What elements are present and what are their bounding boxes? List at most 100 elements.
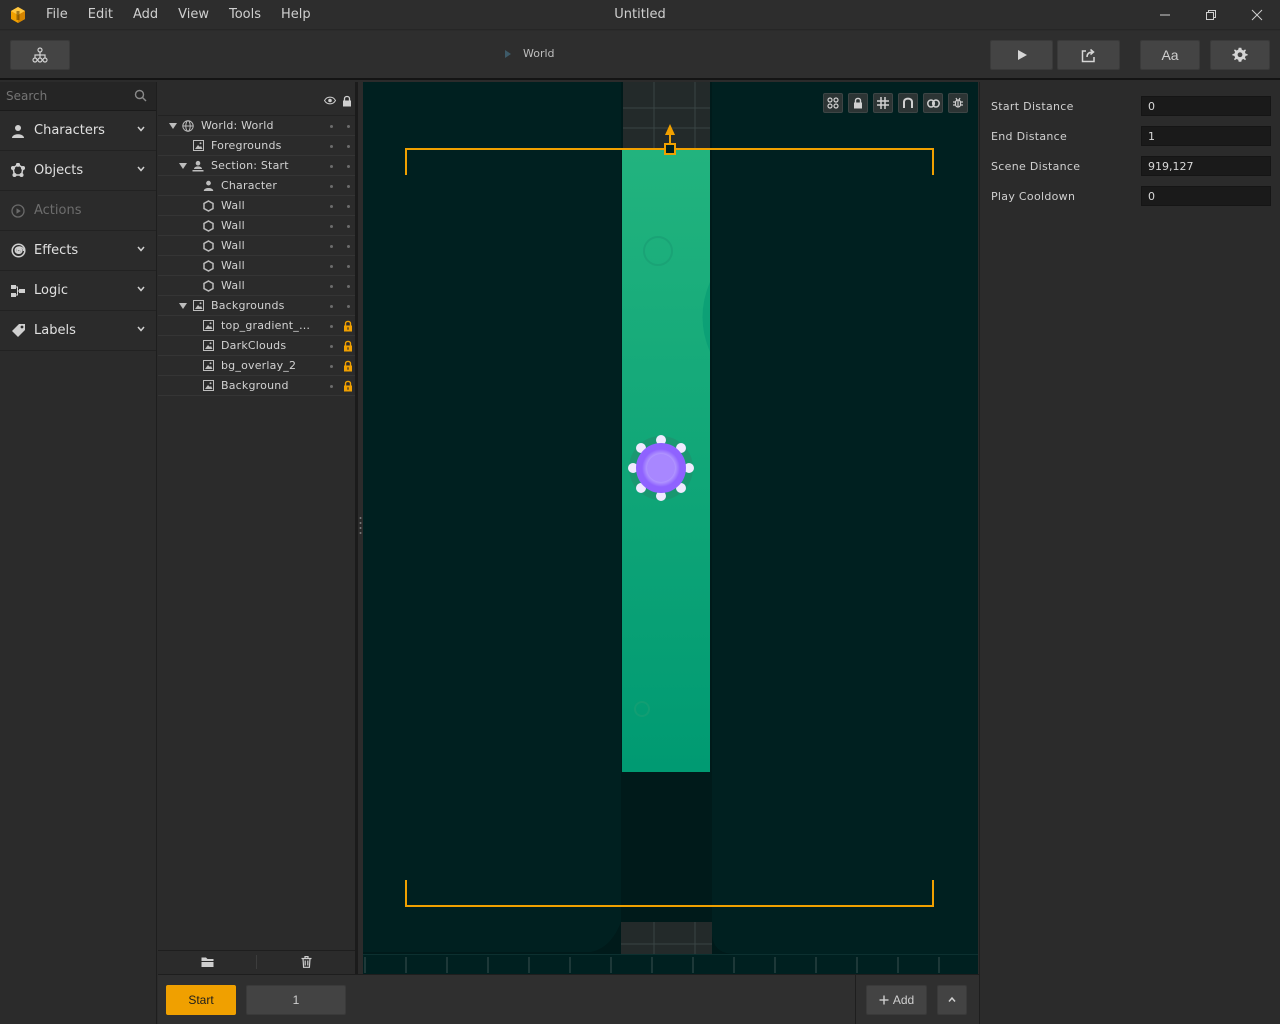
menu-add[interactable]: Add xyxy=(123,0,168,30)
menu-help[interactable]: Help xyxy=(271,0,321,30)
visibility-dot[interactable] xyxy=(330,205,333,208)
close-button[interactable] xyxy=(1234,0,1280,30)
left-wall-area xyxy=(363,82,621,952)
visibility-dot[interactable] xyxy=(330,145,333,148)
visibility-dot[interactable] xyxy=(330,345,333,348)
visibility-dot[interactable] xyxy=(330,245,333,248)
share-button[interactable] xyxy=(1057,40,1120,70)
lock-dot[interactable] xyxy=(347,185,350,188)
lock-dot[interactable] xyxy=(347,225,350,228)
hierarchy-icon xyxy=(32,47,48,63)
lock-dot[interactable] xyxy=(347,145,350,148)
grid-column-bottom xyxy=(621,922,712,954)
lock-icon[interactable] xyxy=(343,320,353,332)
settings-button[interactable] xyxy=(1210,40,1270,70)
tree-row-backgrounds[interactable]: Backgrounds xyxy=(158,296,355,316)
lock-dot[interactable] xyxy=(347,305,350,308)
search-input[interactable] xyxy=(0,82,156,110)
visibility-dot[interactable] xyxy=(330,365,333,368)
category-labels[interactable]: Labels xyxy=(0,311,156,351)
tree-row-wall[interactable]: Wall xyxy=(158,216,355,236)
section-1-button[interactable]: 1 xyxy=(246,985,346,1015)
new-folder-icon[interactable] xyxy=(201,956,214,968)
menu-file[interactable]: File xyxy=(36,0,78,30)
expand-arrow-icon[interactable] xyxy=(169,122,177,129)
category-logic[interactable]: Logic xyxy=(0,271,156,311)
expand-sections-button[interactable] xyxy=(937,985,967,1015)
category-actions: Actions xyxy=(0,191,156,231)
lock-dot[interactable] xyxy=(347,205,350,208)
tree-row-character[interactable]: Character xyxy=(158,176,355,196)
expand-arrow-icon[interactable] xyxy=(179,302,187,309)
menu-tools[interactable]: Tools xyxy=(219,0,271,30)
category-effects[interactable]: Effects xyxy=(0,231,156,271)
snap-toggle-button[interactable] xyxy=(898,93,918,113)
category-objects[interactable]: Objects xyxy=(0,151,156,191)
ruler-ticks xyxy=(364,957,940,973)
end-distance-input[interactable] xyxy=(1141,126,1271,146)
category-characters[interactable]: Characters xyxy=(0,111,156,151)
visibility-dot[interactable] xyxy=(330,325,333,328)
lock-all-icon[interactable] xyxy=(342,95,352,107)
scene-distance-input[interactable] xyxy=(1141,156,1271,176)
scene-viewport[interactable] xyxy=(363,82,978,974)
minimize-button[interactable] xyxy=(1142,0,1188,30)
link-toggle-button[interactable] xyxy=(923,93,943,113)
lock-dot[interactable] xyxy=(347,165,350,168)
tree-row-darkclouds[interactable]: DarkClouds xyxy=(158,336,355,356)
lock-icon[interactable] xyxy=(343,340,353,352)
lock-dot[interactable] xyxy=(347,265,350,268)
menu-view[interactable]: View xyxy=(168,0,219,30)
timeline-ruler[interactable] xyxy=(363,954,978,974)
search-icon[interactable] xyxy=(134,89,147,102)
right-wall-area xyxy=(712,82,978,954)
lock-dot[interactable] xyxy=(347,125,350,128)
visibility-dot[interactable] xyxy=(330,285,333,288)
magnet-icon xyxy=(903,97,913,108)
tree-row-foregrounds[interactable]: Foregrounds xyxy=(158,136,355,156)
visibility-dot[interactable] xyxy=(330,385,333,388)
grid-toggle-button[interactable] xyxy=(873,93,893,113)
start-distance-input[interactable] xyxy=(1141,96,1271,116)
hierarchy-toggle-button[interactable] xyxy=(10,40,70,70)
visibility-dot[interactable] xyxy=(330,185,333,188)
tree-label: Wall xyxy=(221,239,245,252)
tree-row-wall[interactable]: Wall xyxy=(158,276,355,296)
visibility-dot[interactable] xyxy=(330,165,333,168)
font-settings-button[interactable]: Aa xyxy=(1140,40,1200,70)
fit-view-button[interactable] xyxy=(823,93,843,113)
tree-row-wall[interactable]: Wall xyxy=(158,236,355,256)
visibility-dot[interactable] xyxy=(330,265,333,268)
trash-icon[interactable] xyxy=(301,956,312,968)
section-start-button[interactable]: Start xyxy=(166,985,236,1015)
tree-row-background[interactable]: Background xyxy=(158,376,355,396)
image-icon xyxy=(192,140,204,151)
visibility-dot[interactable] xyxy=(330,225,333,228)
tree-row-bg-overlay[interactable]: bg_overlay_2 xyxy=(158,356,355,376)
lock-dot[interactable] xyxy=(347,285,350,288)
add-section-button[interactable]: Add xyxy=(866,985,927,1015)
lock-toggle-button[interactable] xyxy=(848,93,868,113)
lock-dot[interactable] xyxy=(347,245,350,248)
panel-resize-handle[interactable] xyxy=(359,516,362,534)
visibility-dot[interactable] xyxy=(330,125,333,128)
grip-dots-icon xyxy=(359,517,362,534)
tree-row-top-gradient[interactable]: top_gradient_m··· xyxy=(158,316,355,336)
menu-edit[interactable]: Edit xyxy=(78,0,123,30)
visibility-eye-icon[interactable] xyxy=(324,96,336,105)
tree-row-world[interactable]: World: World xyxy=(158,116,355,136)
tree-row-wall[interactable]: Wall xyxy=(158,196,355,216)
visibility-dot[interactable] xyxy=(330,305,333,308)
breadcrumb-world[interactable]: World xyxy=(523,47,555,60)
play-cooldown-input[interactable] xyxy=(1141,186,1271,206)
debug-toggle-button[interactable] xyxy=(948,93,968,113)
chevron-down-icon xyxy=(137,326,145,332)
play-button[interactable] xyxy=(990,40,1053,70)
lock-icon[interactable] xyxy=(343,360,353,372)
expand-arrow-icon[interactable] xyxy=(179,162,187,169)
tree-row-section-start[interactable]: Section: Start xyxy=(158,156,355,176)
lock-icon[interactable] xyxy=(343,380,353,392)
scene-canvas[interactable] xyxy=(363,82,978,974)
restore-button[interactable] xyxy=(1188,0,1234,30)
tree-row-wall[interactable]: Wall xyxy=(158,256,355,276)
